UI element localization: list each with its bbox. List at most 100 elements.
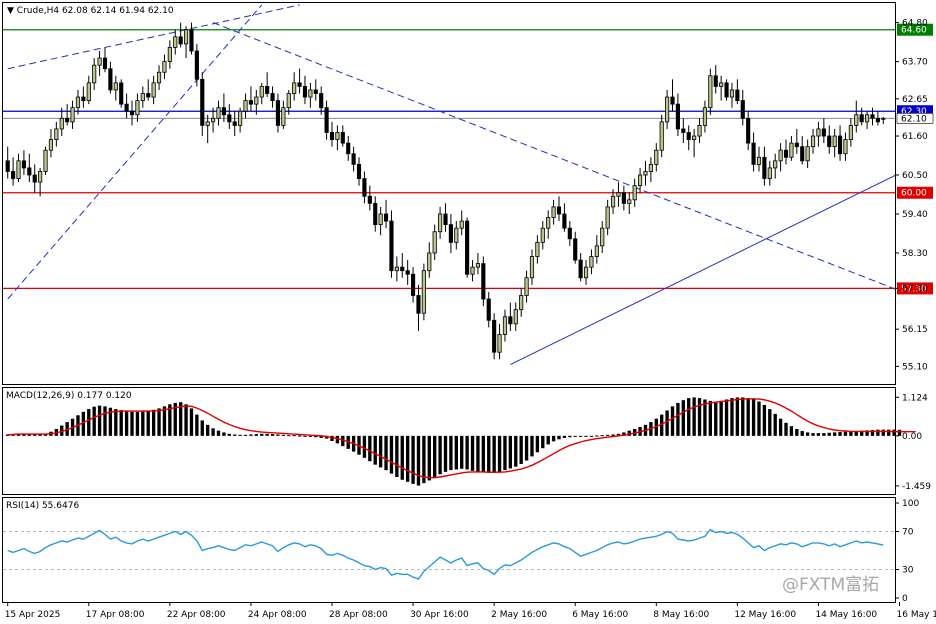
macd-bar	[303, 435, 307, 437]
candle-bull	[767, 167, 772, 179]
candle-bull	[632, 185, 637, 201]
candle-bull	[810, 135, 816, 148]
macd-bar	[130, 411, 134, 436]
macd-bar	[200, 420, 204, 436]
macd-bar	[465, 435, 469, 470]
macd-bar	[249, 434, 253, 436]
candle-bear	[681, 128, 686, 133]
candle-bear	[346, 142, 351, 155]
macd-bar	[741, 397, 745, 436]
macd-bar	[827, 432, 831, 436]
candle-bull	[816, 128, 821, 137]
macd-bar	[460, 435, 464, 469]
candle-bear	[65, 117, 70, 123]
candle-bear	[686, 132, 691, 140]
macd-bar	[843, 431, 848, 436]
candle-bull	[643, 171, 648, 176]
macd-bar	[724, 399, 729, 436]
rsi-header: RSI(14) 55.6476	[6, 501, 79, 511]
macd-panel[interactable]: MACD(12,26,9) 0.177 0.120	[2, 387, 916, 495]
candle-bear	[751, 142, 756, 165]
candle-bear	[367, 195, 372, 204]
macd-bar	[308, 435, 313, 437]
candle-bear	[486, 298, 491, 321]
macd-bar	[433, 435, 437, 478]
candle-bull	[594, 245, 599, 257]
price-panel[interactable]: 64.6062.3060.0057.3062.10 ▼ Crude,H4 62.…	[2, 2, 936, 385]
macd-bar	[703, 399, 707, 436]
macd-bar	[195, 414, 199, 436]
macd-bar	[697, 398, 702, 436]
macd-bar	[524, 435, 529, 461]
candle-bear	[670, 96, 675, 105]
candle-bear	[178, 36, 183, 45]
candle-bull	[702, 107, 708, 126]
candle-bull	[519, 295, 524, 311]
candle-bull	[113, 82, 118, 91]
candle-bull	[70, 107, 75, 123]
candle-bear	[481, 263, 486, 300]
candle-bear	[827, 135, 832, 148]
candle-bear	[232, 121, 237, 126]
candle-bear	[859, 114, 864, 123]
macd-bar	[692, 397, 696, 436]
candle-bull	[865, 114, 870, 123]
macd-bar	[530, 435, 534, 457]
x-tick-label: 6 May 16:00	[572, 610, 628, 620]
macd-bar	[822, 433, 826, 436]
candle-bull	[475, 263, 481, 268]
price-tick-label: 64.80	[902, 19, 928, 29]
candle-bear	[783, 149, 789, 158]
candle-bear	[21, 160, 26, 169]
trading-chart[interactable]: 64.6062.3060.0057.3062.10 ▼ Crude,H4 62.…	[0, 0, 936, 624]
macd-bar	[254, 434, 259, 436]
candle-bull	[167, 47, 172, 63]
macd-bar	[368, 435, 372, 462]
candle-bear	[270, 93, 275, 101]
x-tick-label: 16 May 16:00	[897, 610, 936, 620]
candle-bull	[589, 256, 594, 268]
candle-bull	[140, 93, 145, 101]
macd-bar	[568, 435, 572, 438]
candle-bull	[97, 57, 102, 66]
macd-bar	[411, 435, 415, 484]
macd-bar	[773, 413, 777, 436]
rsi-panel[interactable]: RSI(14) 55.6476 @FXTM富拓	[2, 497, 896, 603]
candle-bull	[16, 160, 21, 179]
header-caret-icon: ▼	[7, 6, 17, 16]
candle-bull	[778, 149, 783, 162]
macd-bar	[897, 429, 902, 436]
candle-bull	[281, 107, 286, 126]
candle-bear	[27, 167, 32, 176]
macd-bar	[449, 435, 453, 471]
candle-bear	[794, 142, 799, 148]
macd-bar	[416, 435, 421, 486]
price-tick-label: 56.15	[902, 325, 928, 335]
x-tick-label: 30 Apr 16:00	[410, 610, 469, 620]
candle-bear	[675, 103, 680, 130]
candle-bear	[870, 114, 875, 119]
candle-bull	[156, 71, 162, 84]
candle-bear	[875, 117, 880, 123]
candle-bear	[356, 163, 362, 179]
macd-bar	[405, 435, 410, 482]
macd-bar	[665, 410, 669, 436]
candle-bull	[843, 139, 848, 155]
candle-bear	[621, 192, 626, 204]
x-tick-label: 14 May 16:00	[815, 610, 877, 620]
watermark: @FXTM富拓	[782, 575, 879, 595]
macd-bar	[454, 435, 458, 470]
candle-bear	[762, 156, 767, 179]
macd-bar	[714, 401, 718, 436]
candle-bull	[259, 86, 264, 98]
candle-bull	[173, 36, 178, 48]
candle-bear	[837, 135, 843, 155]
candle-bull	[459, 220, 464, 229]
candle-bear	[302, 86, 308, 98]
candle-bear	[102, 57, 108, 70]
candle-bear	[724, 82, 729, 98]
candle-bear	[329, 132, 335, 140]
candle-bull	[54, 128, 59, 140]
x-tick-label: 17 Apr 08:00	[86, 610, 145, 620]
macd-bar	[189, 408, 194, 436]
